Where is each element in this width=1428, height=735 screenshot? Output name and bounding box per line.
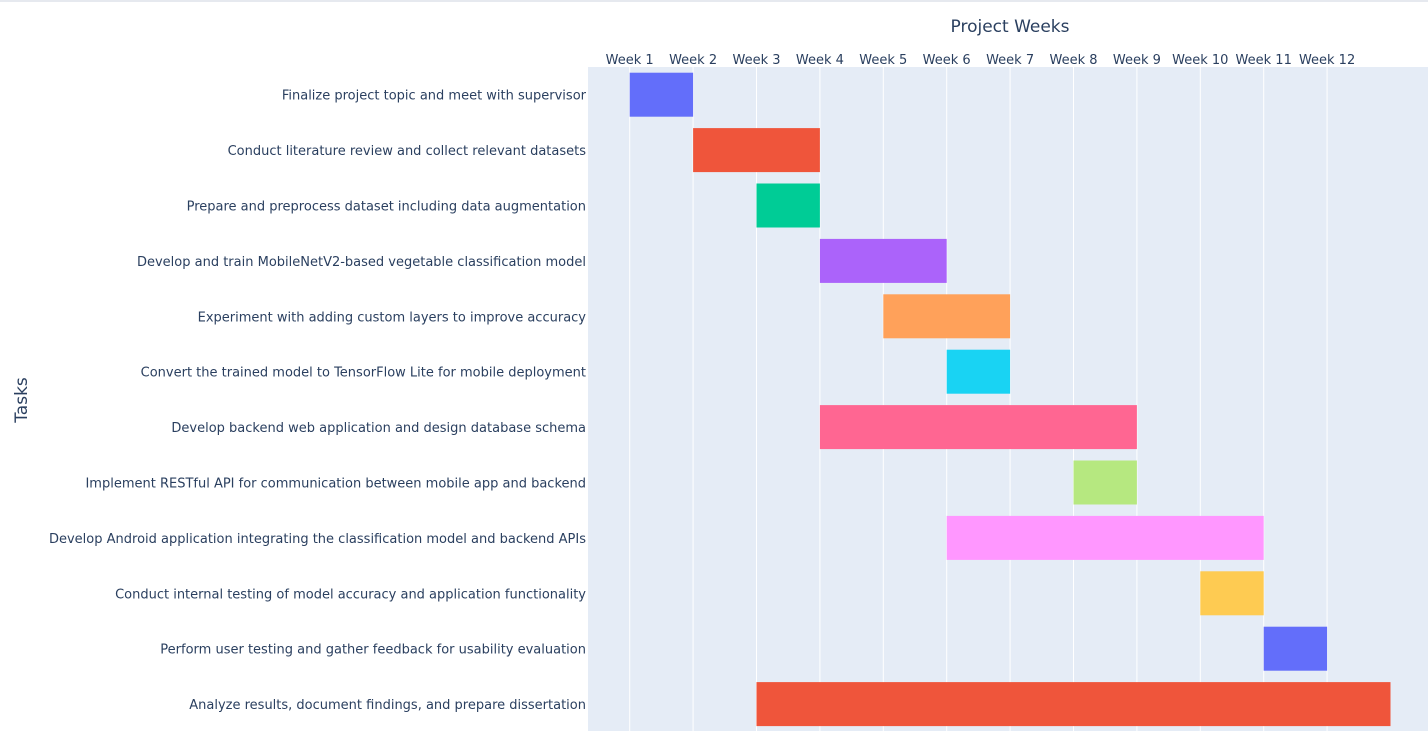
x-tick-week-5: Week 5 bbox=[859, 53, 907, 68]
task-label-7: Develop backend web application and desi… bbox=[171, 421, 586, 436]
task-label-4: Develop and train MobileNetV2-based vege… bbox=[137, 255, 586, 270]
task-bar-12[interactable] bbox=[756, 682, 1391, 727]
task-label-8: Implement RESTful API for communication … bbox=[85, 477, 586, 492]
task-bar-6[interactable] bbox=[946, 349, 1011, 394]
task-label-11: Perform user testing and gather feedback… bbox=[160, 643, 586, 658]
task-bar-8[interactable] bbox=[1073, 460, 1137, 505]
x-tick-week-10: Week 10 bbox=[1172, 53, 1228, 68]
y-tick-labels: Finalize project topic and meet with sup… bbox=[49, 89, 587, 713]
x-tick-week-8: Week 8 bbox=[1049, 53, 1097, 68]
x-tick-week-1: Week 1 bbox=[606, 53, 654, 68]
task-label-10: Conduct internal testing of model accura… bbox=[115, 587, 586, 602]
chart-canvas: Week 1 Week 2 Week 3 Week 4 Week 5 Week 6 Week… bbox=[12, 17, 1428, 731]
gantt-chart: Week 1 Week 2 Week 3 Week 4 Week 5 Week 6 Week… bbox=[0, 0, 1428, 731]
top-divider bbox=[0, 0, 1428, 2]
task-label-6: Convert the trained model to TensorFlow … bbox=[141, 366, 586, 381]
task-label-5: Experiment with adding custom layers to … bbox=[198, 310, 587, 325]
x-tick-week-9: Week 9 bbox=[1113, 53, 1161, 68]
x-tick-week-2: Week 2 bbox=[669, 53, 717, 68]
x-tick-week-4: Week 4 bbox=[796, 53, 844, 68]
task-bar-2[interactable] bbox=[693, 128, 820, 173]
x-tick-week-7: Week 7 bbox=[986, 53, 1034, 68]
y-axis-title: Tasks bbox=[12, 377, 32, 424]
task-bar-1[interactable] bbox=[629, 72, 694, 117]
task-bar-3[interactable] bbox=[756, 183, 820, 228]
x-axis-title: Project Weeks bbox=[951, 17, 1070, 37]
task-bar-5[interactable] bbox=[883, 294, 1011, 339]
task-label-12: Analyze results, document findings, and … bbox=[189, 698, 586, 713]
task-label-9: Develop Android application integrating … bbox=[49, 532, 586, 547]
task-bar-11[interactable] bbox=[1263, 626, 1328, 671]
task-label-3: Prepare and preprocess dataset including… bbox=[187, 200, 586, 215]
task-bar-9[interactable] bbox=[946, 515, 1264, 560]
task-bar-7[interactable] bbox=[819, 405, 1137, 450]
x-tick-labels: Week 1 Week 2 Week 3 Week 4 Week 5 Week 6 Week… bbox=[606, 53, 1356, 68]
x-tick-week-12: Week 12 bbox=[1299, 53, 1355, 68]
x-tick-week-11: Week 11 bbox=[1236, 53, 1292, 68]
task-label-2: Conduct literature review and collect re… bbox=[228, 144, 587, 159]
task-bar-4[interactable] bbox=[819, 238, 947, 283]
x-tick-week-6: Week 6 bbox=[923, 53, 971, 68]
x-tick-week-3: Week 3 bbox=[732, 53, 780, 68]
task-bar-10[interactable] bbox=[1200, 571, 1264, 616]
task-label-1: Finalize project topic and meet with sup… bbox=[282, 89, 587, 104]
